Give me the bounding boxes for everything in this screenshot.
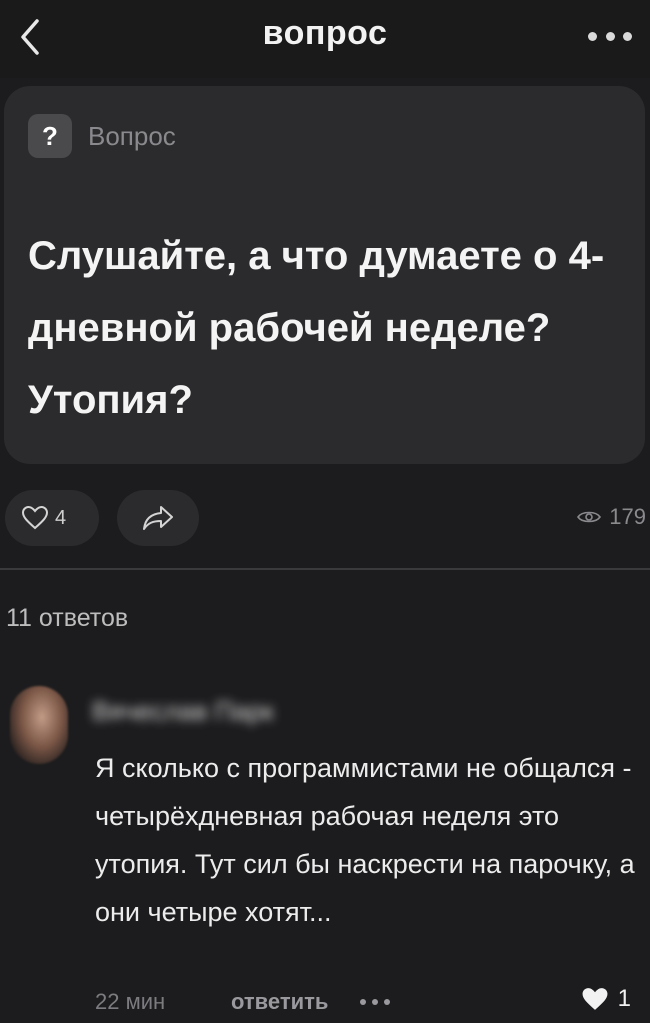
post-actions: 4 179 [0,488,650,548]
question-badge-label: Вопрос [88,120,176,151]
heart-filled-icon [582,987,608,1010]
comment-more-button[interactable] [360,999,390,1007]
question-mark-icon: ? [28,114,72,158]
share-button[interactable] [117,490,199,546]
comment-author[interactable]: Вячеслав Парк [92,696,274,727]
comment-like-count: 1 [617,985,631,1012]
views-counter: 179 [577,504,646,530]
share-icon [143,506,173,530]
comment-meta: 22 мин ответить 1 [95,985,635,1021]
comment-like-button[interactable]: 1 [580,985,631,1013]
question-badge: ? Вопрос [28,114,176,158]
top-app-bar: вопрос [0,0,650,78]
comment-time: 22 мин [95,989,166,1014]
section-divider [0,568,650,570]
more-options-button[interactable] [588,26,632,46]
views-count: 179 [609,504,646,529]
answers-count: 11 ответов [6,604,129,632]
question-text: Слушайте, а что думаете о 4-дневной рабо… [28,234,605,422]
more-horizontal-icon [588,31,597,41]
comment-text: Я сколько с программистами не общался - … [95,753,635,927]
screen-title: вопрос [262,14,388,52]
like-count: 4 [55,506,67,529]
comment-item: Вячеслав Парк Я сколько с программистами… [0,672,650,1023]
like-button[interactable]: 4 [5,490,99,546]
more-horizontal-icon [360,999,366,1005]
avatar[interactable] [10,686,68,764]
eye-icon [577,511,602,523]
question-card: ? Вопрос Слушайте, а что думаете о 4-дне… [4,86,645,464]
heart-outline-icon [21,505,49,530]
reply-button[interactable]: ответить [231,989,328,1015]
